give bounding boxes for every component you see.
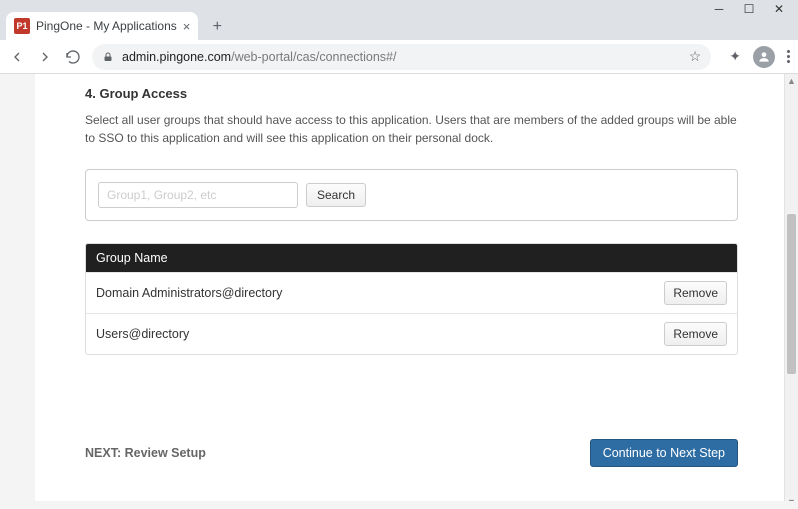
forward-button[interactable] (36, 48, 54, 66)
address-bar[interactable]: admin.pingone.com/web-portal/cas/connect… (92, 44, 711, 70)
section-description: Select all user groups that should have … (85, 111, 750, 147)
back-button[interactable] (8, 48, 26, 66)
scrollbar-thumb[interactable] (787, 214, 796, 374)
search-button[interactable]: Search (306, 183, 366, 207)
application-panel: 4. Group Access Select all user groups t… (35, 74, 788, 509)
page-viewport: 4. Group Access Select all user groups t… (0, 74, 798, 509)
tab-close-icon[interactable]: × (183, 19, 191, 34)
url-text: admin.pingone.com/web-portal/cas/connect… (122, 50, 681, 64)
next-step-label: NEXT: Review Setup (85, 446, 206, 460)
remove-button[interactable]: Remove (664, 322, 727, 346)
group-table: Group Name Domain Administrators@directo… (85, 243, 738, 355)
browser-toolbar: admin.pingone.com/web-portal/cas/connect… (0, 40, 798, 74)
section-heading: 4. Group Access (85, 86, 770, 101)
footer-row: NEXT: Review Setup Continue to Next Step (85, 439, 738, 467)
reload-button[interactable] (64, 48, 82, 66)
browser-chrome: ─ ☐ ✕ P1 PingOne - My Applications × + a… (0, 0, 798, 74)
star-icon[interactable]: ☆ (689, 48, 702, 65)
window-minimize-button[interactable]: ─ (712, 2, 726, 16)
lock-icon (102, 51, 114, 63)
table-row: Users@directory Remove (86, 313, 737, 354)
group-search-input[interactable] (98, 182, 298, 208)
browser-tab-active[interactable]: P1 PingOne - My Applications × (6, 12, 198, 40)
window-maximize-button[interactable]: ☐ (742, 2, 756, 16)
new-tab-button[interactable]: + (204, 14, 230, 40)
group-name-cell: Users@directory (96, 327, 664, 341)
continue-button[interactable]: Continue to Next Step (590, 439, 738, 467)
group-name-cell: Domain Administrators@directory (96, 286, 664, 300)
group-search-box: Search (85, 169, 738, 221)
profile-avatar[interactable] (753, 46, 775, 68)
window-titlebar: ─ ☐ ✕ (0, 0, 798, 10)
table-row: Domain Administrators@directory Remove (86, 272, 737, 313)
window-close-button[interactable]: ✕ (772, 2, 786, 16)
vertical-scrollbar[interactable]: ▲ ▼ (784, 74, 798, 509)
remove-button[interactable]: Remove (664, 281, 727, 305)
extensions-icon[interactable]: ✦ (729, 48, 741, 65)
tab-title: PingOne - My Applications (36, 19, 177, 33)
table-header: Group Name (86, 244, 737, 272)
browser-menu-icon[interactable] (787, 50, 790, 63)
tab-favicon: P1 (14, 18, 30, 34)
scroll-up-arrow[interactable]: ▲ (785, 74, 798, 88)
tab-strip: P1 PingOne - My Applications × + (0, 10, 798, 40)
